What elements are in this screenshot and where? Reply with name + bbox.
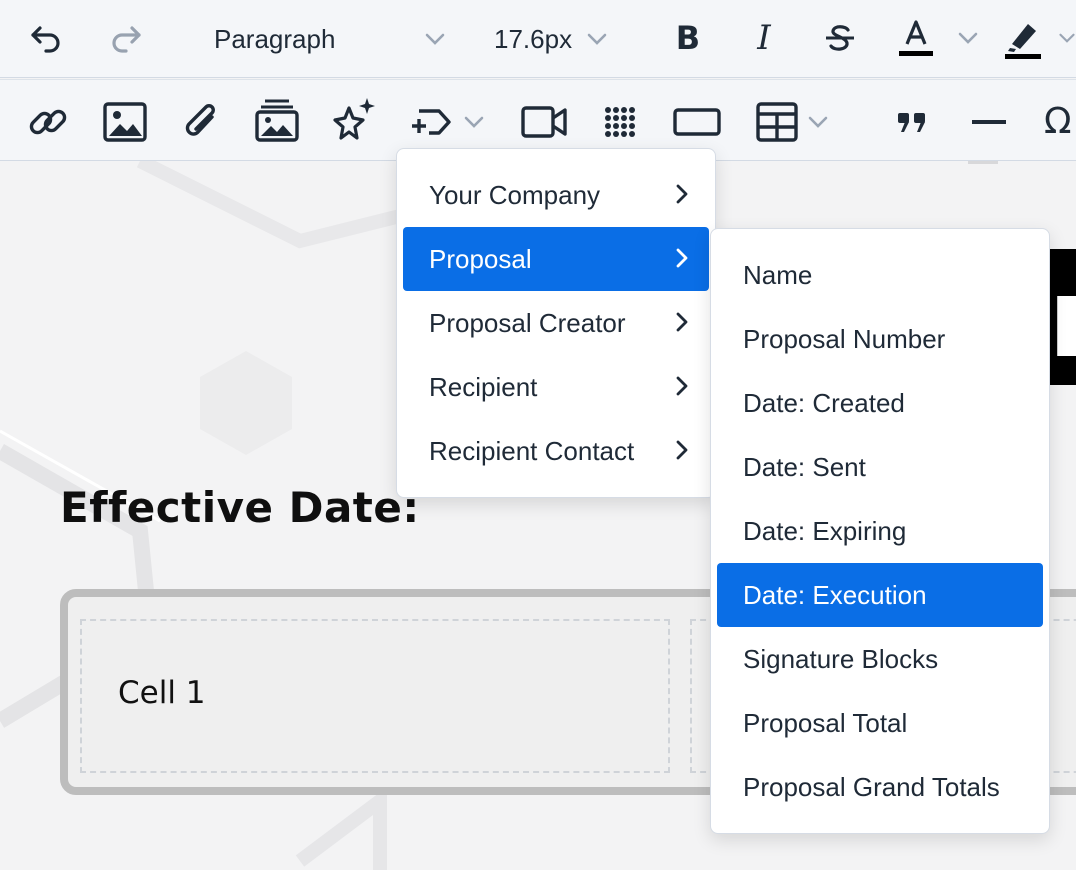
highlight-chevron-icon[interactable]	[1058, 26, 1076, 50]
image-icon[interactable]	[102, 100, 148, 144]
font-size-value: 17.6px	[494, 23, 573, 54]
chevron-down-icon	[587, 33, 607, 45]
insert-variable-icon[interactable]	[408, 102, 456, 142]
menu-item-label: Proposal	[429, 243, 532, 274]
grid-icon[interactable]	[600, 100, 640, 144]
text-color-chevron-icon[interactable]	[954, 26, 982, 50]
table-cell-1-text: Cell 1	[118, 675, 206, 711]
submenu-item-proposal-number[interactable]: Proposal Number	[717, 307, 1043, 371]
submenu-item-label: Date: Created	[743, 387, 905, 418]
chevron-right-icon	[676, 312, 688, 332]
redo-icon[interactable]	[106, 18, 146, 58]
italic-icon[interactable]: I	[744, 18, 784, 58]
submenu-item-proposal-total[interactable]: Proposal Total	[717, 691, 1043, 755]
button-icon[interactable]	[672, 104, 722, 140]
menu-item-recipient-contact[interactable]: Recipient Contact	[403, 419, 709, 483]
menu-item-label: Recipient	[429, 371, 538, 402]
effective-date-heading[interactable]: Effective Date:	[60, 483, 420, 532]
chevron-down-icon	[425, 33, 445, 45]
submenu-item-label: Date: Execution	[743, 579, 927, 610]
block-style-select[interactable]: Paragraph	[200, 20, 470, 58]
menu-item-proposal-creator[interactable]: Proposal Creator	[403, 291, 709, 355]
submenu-item-label: Name	[743, 259, 813, 290]
table-icon[interactable]	[754, 100, 800, 144]
strikethrough-icon[interactable]	[818, 18, 862, 58]
menu-item-label: Recipient Contact	[429, 435, 635, 466]
sparkle-icon[interactable]	[328, 96, 378, 144]
highlight-icon[interactable]	[1000, 14, 1046, 62]
attachment-icon[interactable]	[180, 100, 224, 144]
chevron-right-icon	[676, 184, 688, 204]
submenu-item-date-execution[interactable]: Date: Execution	[717, 563, 1043, 627]
formatting-toolbar: Paragraph 17.6px B I	[0, 0, 1076, 78]
submenu-item-label: Date: Expiring	[743, 515, 907, 546]
variable-category-menu: Your Company Proposal Proposal Creator R…	[396, 148, 716, 498]
menu-item-label: Your Company	[429, 179, 601, 210]
submenu-item-label: Proposal Number	[743, 323, 946, 354]
chevron-right-icon	[676, 440, 688, 460]
submenu-item-proposal-grand-totals[interactable]: Proposal Grand Totals	[717, 755, 1043, 819]
submenu-item-date-expiring[interactable]: Date: Expiring	[717, 499, 1043, 563]
submenu-item-label: Proposal Grand Totals	[743, 771, 1000, 802]
chevron-right-icon	[676, 248, 688, 268]
undo-icon[interactable]	[26, 18, 66, 58]
menu-item-proposal[interactable]: Proposal	[403, 227, 709, 291]
table-cell-1[interactable]: Cell 1	[80, 619, 670, 773]
special-character-icon[interactable]: Ω	[1044, 98, 1076, 144]
font-size-select[interactable]: 17.6px	[482, 20, 622, 58]
horizontal-rule-icon[interactable]	[966, 108, 1012, 136]
proposal-variable-submenu: Name Proposal Number Date: Created Date:…	[710, 228, 1050, 834]
link-icon[interactable]	[26, 100, 70, 144]
menu-item-your-company[interactable]: Your Company	[403, 163, 709, 227]
text-color-icon[interactable]	[894, 14, 938, 62]
submenu-item-date-created[interactable]: Date: Created	[717, 371, 1043, 435]
submenu-item-date-sent[interactable]: Date: Sent	[717, 435, 1043, 499]
submenu-item-label: Signature Blocks	[743, 643, 939, 674]
submenu-item-name[interactable]: Name	[717, 243, 1043, 307]
menu-item-recipient[interactable]: Recipient	[403, 355, 709, 419]
submenu-item-signature-blocks[interactable]: Signature Blocks	[717, 627, 1043, 691]
quote-icon[interactable]	[890, 102, 934, 142]
block-style-value: Paragraph	[214, 23, 336, 54]
menu-item-label: Proposal Creator	[429, 307, 626, 338]
submenu-item-label: Date: Sent	[743, 451, 866, 482]
submenu-item-label: Proposal Total	[743, 707, 908, 738]
insert-variable-chevron-icon[interactable]	[460, 110, 488, 134]
gallery-icon[interactable]	[254, 96, 300, 144]
table-chevron-icon[interactable]	[804, 110, 832, 134]
video-icon[interactable]	[520, 102, 570, 142]
bold-icon[interactable]: B	[668, 18, 708, 58]
chevron-right-icon	[676, 376, 688, 396]
